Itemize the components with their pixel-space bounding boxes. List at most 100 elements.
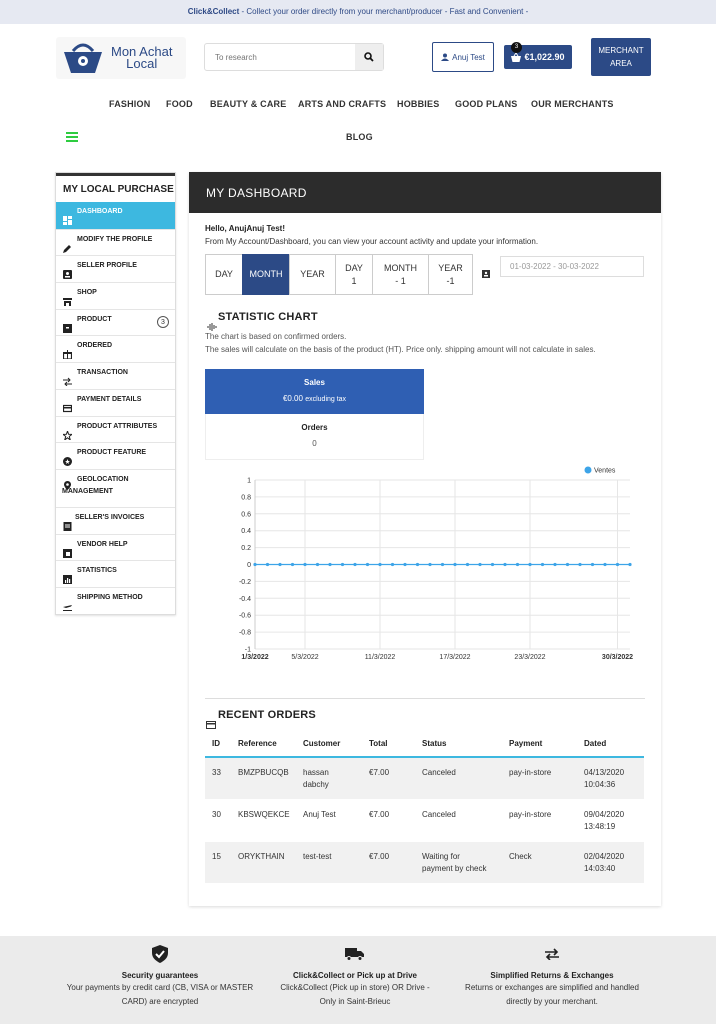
sidebar-item-sellers-invoices[interactable]: SELLER'S INVOICES: [56, 506, 175, 534]
data-point: [540, 562, 545, 567]
search-input[interactable]: [205, 44, 355, 70]
period-selector: DAY MONTH YEAR DAY 1 MONTH - 1 YEAR -1: [205, 254, 473, 295]
chart-note-2: The sales will calculate on the basis of…: [205, 345, 596, 354]
x-tick-label: 30/3/2022: [602, 654, 633, 661]
account-name: Anuj Test: [452, 52, 485, 62]
data-point: [515, 562, 520, 567]
sidebar-item-payment-details[interactable]: PAYMENT DETAILS: [56, 388, 175, 416]
nav-food[interactable]: FOOD: [166, 99, 193, 109]
sidebar-item-dashboard[interactable]: DASHBOARD: [56, 202, 175, 229]
date-range-input[interactable]: 01-03-2022 - 30-03-2022: [500, 256, 644, 277]
footer-security: Security guarantees Your payments by cre…: [60, 944, 260, 1008]
sales-suffix: excluding tax: [305, 396, 347, 403]
sidebar-item-statistics[interactable]: STATISTICS: [56, 560, 175, 587]
period-month[interactable]: MONTH: [242, 254, 290, 295]
sidebar-item-label: SHOP: [77, 289, 97, 297]
period-year[interactable]: YEAR: [289, 254, 336, 295]
dashboard-panel: MY DASHBOARD Hello, AnujAnuj Test! From …: [189, 172, 661, 906]
sidebar-title: MY LOCAL PURCHASE: [56, 173, 175, 202]
period-day[interactable]: DAY: [205, 254, 243, 295]
cart-count-badge: 3: [511, 42, 522, 53]
period-year-1[interactable]: YEAR -1: [428, 254, 473, 295]
sidebar-item-product[interactable]: PRODUCT 3: [56, 308, 175, 336]
nav-beauty-care[interactable]: BEAUTY & CARE: [210, 99, 286, 109]
sidebar-item-geolocation[interactable]: GEOLOCATION MANAGEMENT: [56, 468, 175, 507]
footer-returns: Simplified Returns & Exchanges Returns o…: [452, 944, 652, 1008]
y-tick-label: 0.8: [241, 494, 251, 501]
sidebar-item-seller-profile[interactable]: SELLER PROFILE: [56, 255, 175, 282]
x-tick-label: 11/3/2022: [365, 654, 396, 661]
sidebar-item-shipping-method[interactable]: SHIPPING METHOD: [56, 586, 175, 614]
sidebar-item-product-feature[interactable]: PRODUCT FEATURE: [56, 442, 175, 469]
col-total: Total: [362, 730, 415, 758]
site-logo[interactable]: Mon Achat Local: [56, 37, 186, 79]
data-point: [490, 562, 495, 567]
merchant-line1: MERCHANT: [598, 46, 644, 55]
table-row[interactable]: 33 BMZPBUCQB hassan dabchy €7.00 Canceled…: [205, 757, 644, 800]
sidebar-item-modify-profile[interactable]: MODIFY THE PROFILE: [56, 228, 175, 256]
sales-title: Sales: [304, 378, 325, 387]
x-tick-label: 1/3/2022: [241, 654, 268, 661]
data-point: [503, 562, 507, 567]
sidebar-item-label: PRODUCT FEATURE: [77, 449, 147, 457]
shield-check-icon: [152, 945, 168, 963]
nav-blog[interactable]: BLOG: [346, 132, 373, 142]
sidebar-item-vendor-help[interactable]: VENDOR HELP: [56, 533, 175, 561]
table-row[interactable]: 15 ORYKTHAIN test-test €7.00 Waiting for…: [205, 841, 644, 884]
plane-icon: [63, 604, 72, 611]
account-button[interactable]: Anuj Test: [432, 42, 494, 72]
page-title: MY DASHBOARD: [189, 172, 661, 213]
hamburger-menu-icon[interactable]: [66, 132, 78, 142]
sidebar-item-product-attributes[interactable]: PRODUCT ATTRIBUTES: [56, 415, 175, 443]
col-reference: Reference: [231, 730, 296, 758]
data-point: [578, 562, 582, 567]
data-point: [478, 562, 482, 567]
nav-good-plans[interactable]: GOOD PLANS: [455, 99, 518, 109]
footer-features: Security guarantees Your payments by cre…: [0, 936, 716, 1024]
sidebar-item-transaction[interactable]: TRANSACTION: [56, 362, 175, 389]
period-month-1[interactable]: MONTH - 1: [372, 254, 429, 295]
sidebar-item-label: SELLER'S INVOICES: [75, 513, 145, 521]
nav-arts-crafts[interactable]: ARTS AND CRAFTS: [298, 99, 386, 109]
table-row[interactable]: 30 KBSWQEKCE Anuj Test €7.00 Canceled pa…: [205, 799, 644, 842]
data-point: [615, 562, 620, 567]
data-point: [365, 562, 370, 567]
col-dated: Dated: [577, 730, 644, 758]
data-point: [528, 562, 532, 567]
orders-summary: Orders 0: [205, 414, 424, 460]
id-card-icon: [63, 270, 72, 280]
sidebar-item-shop[interactable]: SHOP: [56, 282, 175, 309]
nav-our-merchants[interactable]: OUR MERCHANTS: [531, 99, 614, 109]
nav-hobbies[interactable]: HOBBIES: [397, 99, 439, 109]
account-sidebar: MY LOCAL PURCHASE DASHBOARD MODIFY THE P…: [55, 172, 176, 615]
sidebar-item-label: ORDERED: [77, 342, 113, 350]
promo-bar: Click&Collect - Collect your order direc…: [0, 0, 716, 24]
basket-logo-icon: [64, 43, 102, 73]
col-payment: Payment: [502, 730, 577, 758]
data-point: [590, 562, 595, 567]
period-day-1[interactable]: DAY 1: [335, 254, 373, 295]
data-point: [290, 562, 295, 567]
col-customer: Customer: [296, 730, 362, 758]
invoice-icon: [63, 521, 72, 531]
sidebar-item-ordered[interactable]: ORDERED: [56, 335, 175, 362]
data-point: [628, 562, 632, 567]
pencil-icon: [63, 244, 71, 253]
orders-value: 0: [312, 439, 317, 448]
y-tick-label: 0.2: [241, 545, 251, 552]
store-icon: [63, 298, 72, 307]
nav-fashion[interactable]: FASHION: [109, 99, 150, 109]
data-point: [340, 562, 345, 567]
calendar-user-icon: [482, 270, 490, 278]
merchant-area-button[interactable]: MERCHANT AREA: [591, 38, 651, 76]
sales-summary: Sales €0.00 excluding tax: [205, 369, 424, 414]
legend-marker: [584, 466, 592, 474]
search-box: [204, 43, 384, 71]
sidebar-item-label: STATISTICS: [77, 567, 117, 575]
truck-icon: [345, 948, 364, 961]
sidebar-item-label: SELLER PROFILE: [77, 262, 137, 270]
search-button[interactable]: [355, 44, 383, 70]
greeting: Hello, AnujAnuj Test!: [205, 224, 285, 233]
footer-click-collect: Click&Collect or Pick up at Drive Click&…: [255, 944, 455, 1008]
sidebar-item-label: GEOLOCATION: [77, 475, 129, 483]
